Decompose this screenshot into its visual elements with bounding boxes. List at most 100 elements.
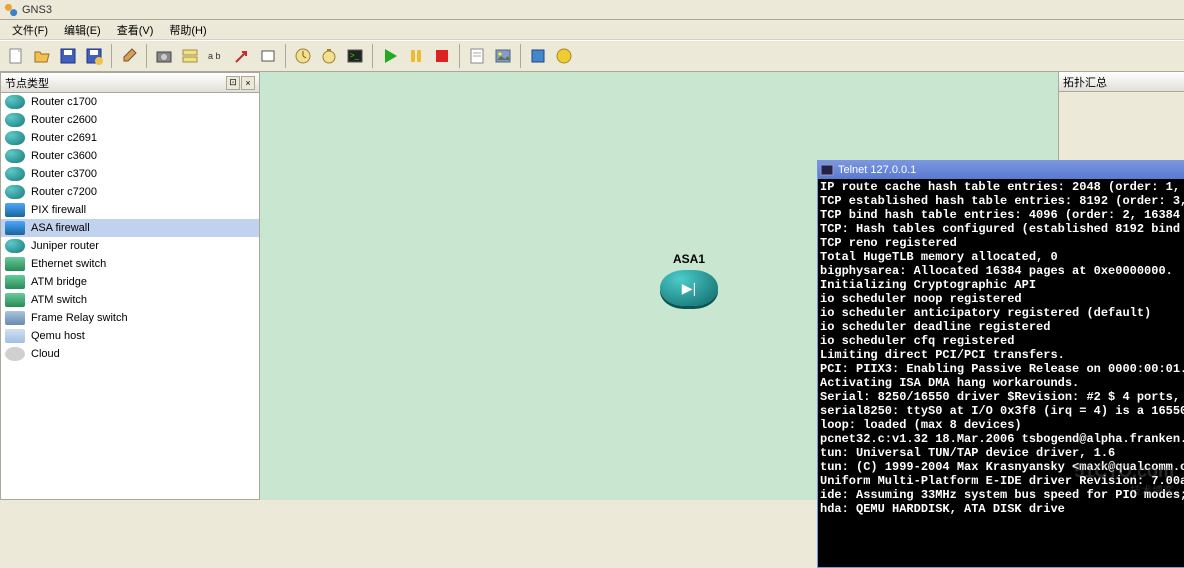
brush-icon: [120, 47, 138, 65]
content: 节点类型 ⊡ × Router c1700Router c2600Router …: [0, 72, 1184, 500]
router-icon: [5, 239, 25, 253]
fw-icon: [5, 221, 25, 235]
new-file-icon: [7, 47, 25, 65]
right-pane-title: 拓扑汇总: [1059, 72, 1184, 92]
device-item[interactable]: Qemu host: [1, 327, 259, 345]
ruler-button[interactable]: [178, 44, 202, 68]
stop-icon: [433, 47, 451, 65]
sidebar-header: 节点类型 ⊡ ×: [1, 73, 259, 93]
circle-icon: [555, 47, 573, 65]
device-item-label: Ethernet switch: [31, 258, 106, 270]
device-item[interactable]: Cloud: [1, 345, 259, 363]
device-item[interactable]: ATM switch: [1, 291, 259, 309]
menu-view[interactable]: 查看(V): [109, 20, 162, 40]
device-item[interactable]: Router c1700: [1, 93, 259, 111]
cloud-icon: [5, 347, 25, 361]
svg-text:a b: a b: [208, 51, 221, 61]
sw-icon: [5, 293, 25, 307]
ruler-icon: [181, 47, 199, 65]
device-item[interactable]: Router c3700: [1, 165, 259, 183]
abc-icon: a b: [207, 47, 225, 65]
telnet-title: Telnet 127.0.0.1: [838, 164, 916, 176]
square-button[interactable]: [526, 44, 550, 68]
save-as-icon: [85, 47, 103, 65]
frame-icon: [5, 311, 25, 325]
snapshot-button[interactable]: [152, 44, 176, 68]
pause-icon: [407, 47, 425, 65]
menu-help[interactable]: 帮助(H): [161, 20, 214, 40]
device-item[interactable]: ASA firewall: [1, 219, 259, 237]
svg-text:>_: >_: [350, 51, 360, 60]
new-file-button[interactable]: [4, 44, 28, 68]
sw-icon: [5, 275, 25, 289]
device-node-asa1[interactable]: ASA1 ▶|: [660, 252, 718, 306]
abc-button[interactable]: a b: [204, 44, 228, 68]
workspace[interactable]: ASA1 ▶| Telnet 127.0.0.1 _ □ × IP route …: [260, 72, 1058, 500]
menu-edit[interactable]: 编辑(E): [56, 20, 109, 40]
save-button[interactable]: [56, 44, 80, 68]
timer-button[interactable]: [317, 44, 341, 68]
note-button[interactable]: [465, 44, 489, 68]
device-item-label: Router c2600: [31, 114, 97, 126]
device-item-label: Juniper router: [31, 240, 99, 252]
device-item-label: ASA firewall: [31, 222, 90, 234]
device-item-label: Cloud: [31, 348, 60, 360]
device-item[interactable]: ATM bridge: [1, 273, 259, 291]
saveas-button[interactable]: [82, 44, 106, 68]
clock-button[interactable]: [291, 44, 315, 68]
device-item[interactable]: Ethernet switch: [1, 255, 259, 273]
router-icon: [5, 131, 25, 145]
play-button[interactable]: [378, 44, 402, 68]
telnet-titlebar[interactable]: Telnet 127.0.0.1 _ □ ×: [818, 161, 1184, 179]
device-item[interactable]: Router c3600: [1, 147, 259, 165]
device-item-label: Router c3700: [31, 168, 97, 180]
watermark-sub: 技术博客: [1130, 482, 1174, 498]
open-folder-icon: [33, 47, 51, 65]
telnet-output[interactable]: IP route cache hash table entries: 2048 …: [818, 179, 1184, 567]
sidebar-title: 节点类型: [5, 75, 49, 91]
device-item[interactable]: Router c2600: [1, 111, 259, 129]
router-icon: [5, 149, 25, 163]
rect-button[interactable]: [256, 44, 280, 68]
sidebar-close-button[interactable]: ×: [241, 76, 255, 90]
save-icon: [59, 47, 77, 65]
device-item[interactable]: Router c7200: [1, 183, 259, 201]
sidebar-pin-button[interactable]: ⊡: [226, 76, 240, 90]
arrow-button[interactable]: [230, 44, 254, 68]
snapshot-icon: [155, 47, 173, 65]
image-button[interactable]: [491, 44, 515, 68]
device-item-label: ATM bridge: [31, 276, 87, 288]
device-item-label: Qemu host: [31, 330, 85, 342]
image-icon: [494, 47, 512, 65]
rect-icon: [259, 47, 277, 65]
pause-button[interactable]: [404, 44, 428, 68]
device-item-label: Router c2691: [31, 132, 97, 144]
telnet-window[interactable]: Telnet 127.0.0.1 _ □ × IP route cache ha…: [817, 160, 1184, 568]
router-icon: [5, 185, 25, 199]
device-item[interactable]: Router c2691: [1, 129, 259, 147]
device-item[interactable]: PIX firewall: [1, 201, 259, 219]
fw-icon: [5, 203, 25, 217]
sw-icon: [5, 257, 25, 271]
menubar: 文件(F) 编辑(E) 查看(V) 帮助(H): [0, 20, 1184, 40]
timer-icon: [320, 47, 338, 65]
device-item-label: Router c1700: [31, 96, 97, 108]
app-title: GNS3: [22, 4, 52, 16]
sidebar: 节点类型 ⊡ × Router c1700Router c2600Router …: [0, 72, 260, 500]
terminal-button[interactable]: >_: [343, 44, 367, 68]
circle-button[interactable]: [552, 44, 576, 68]
device-item[interactable]: Frame Relay switch: [1, 309, 259, 327]
router-icon: [5, 95, 25, 109]
open-button[interactable]: [30, 44, 54, 68]
firewall-icon: ▶|: [660, 270, 718, 306]
terminal-icon: >_: [346, 47, 364, 65]
menu-file[interactable]: 文件(F): [4, 20, 56, 40]
device-item-label: Frame Relay switch: [31, 312, 128, 324]
device-list[interactable]: Router c1700 Router c2600 Router c2691 Rout…: [1, 93, 259, 499]
app-icon: [4, 3, 18, 17]
brush-button[interactable]: [117, 44, 141, 68]
device-item[interactable]: Juniper router: [1, 237, 259, 255]
stop-button[interactable]: [430, 44, 454, 68]
device-node-label: ASA1: [660, 252, 718, 266]
watermark: 51CTO.com: [1074, 461, 1174, 482]
